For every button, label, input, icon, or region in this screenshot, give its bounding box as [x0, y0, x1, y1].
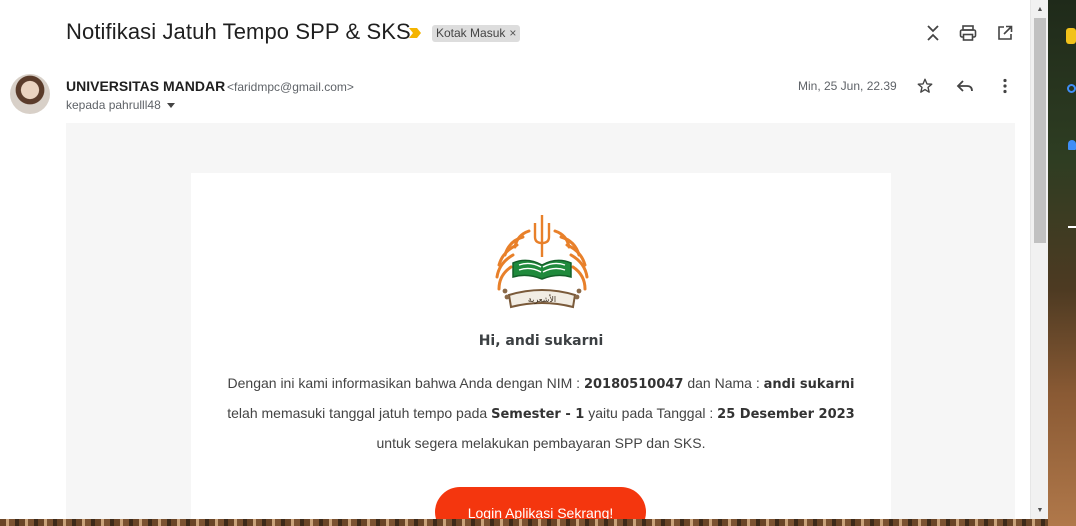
student-name: andi sukarni: [763, 377, 855, 392]
importance-marker-icon[interactable]: [407, 26, 423, 40]
message-line-3: untuk segera melakukan pembayaran SPP da…: [376, 435, 706, 451]
scrollbar-thumb[interactable]: [1034, 18, 1046, 243]
logo-arabic-text: الأشعرية: [528, 294, 556, 304]
reply-icon[interactable]: [954, 75, 976, 97]
sender-name[interactable]: UNIVERSITAS MANDAR: [66, 78, 225, 94]
email-body: الأشعرية Hi, andi sukarni Dengan ini kam…: [66, 123, 1015, 519]
desktop-icon-yellow: [1066, 28, 1076, 44]
due-date-value: 25 Desember 2023: [717, 407, 855, 422]
more-vert-icon[interactable]: [994, 75, 1016, 97]
notification-card: الأشعرية Hi, andi sukarni Dengan ini kam…: [191, 173, 891, 519]
login-app-button[interactable]: Login Aplikasi Sekrang!: [435, 487, 646, 519]
university-logo: الأشعرية: [495, 215, 589, 309]
print-icon[interactable]: [957, 22, 979, 44]
greeting-text: Hi, andi sukarni: [478, 333, 604, 349]
message-line-1: Dengan ini kami informasikan bahwa Anda …: [227, 375, 855, 392]
email-window: Notifikasi Jatuh Tempo SPP & SKS Kotak M…: [0, 0, 1048, 519]
remove-label-button[interactable]: ×: [509, 25, 516, 42]
message-line-2: telah memasuki tanggal jatuh tempo pada …: [227, 405, 855, 422]
inbox-label-text: Kotak Masuk: [436, 26, 506, 40]
notification-message: Dengan ini kami informasikan bahwa Anda …: [191, 369, 891, 457]
vertical-scrollbar[interactable]: ▲ ▼: [1030, 0, 1048, 519]
desktop-background-right: [1048, 0, 1076, 526]
recipient-text: kepada pahrulll48: [66, 98, 161, 112]
desktop-background-bottom: [0, 519, 1048, 526]
scroll-up-arrow-icon[interactable]: ▲: [1031, 0, 1048, 18]
semester-value: Semester - 1: [491, 407, 585, 422]
recipient-details-toggle[interactable]: kepada pahrulll48: [66, 98, 175, 112]
chevron-down-icon[interactable]: [166, 102, 175, 108]
scroll-down-arrow-icon[interactable]: ▼: [1031, 501, 1048, 519]
sender-email: <faridmpc@gmail.com>: [227, 80, 354, 94]
desktop-icon-plus: [1068, 226, 1076, 228]
email-subject: Notifikasi Jatuh Tempo SPP & SKS: [66, 19, 411, 44]
student-nim: 20180510047: [583, 377, 684, 392]
star-icon[interactable]: [914, 75, 936, 97]
email-date: Min, 25 Jun, 22.39: [798, 79, 897, 93]
inbox-label-chip: Kotak Masuk ×: [432, 25, 521, 42]
sender-avatar[interactable]: [10, 74, 50, 114]
collapse-all-icon[interactable]: [922, 22, 944, 44]
desktop-icon-blue: [1067, 84, 1076, 93]
open-in-new-window-icon[interactable]: [994, 22, 1016, 44]
desktop-icon-person: [1068, 140, 1076, 150]
